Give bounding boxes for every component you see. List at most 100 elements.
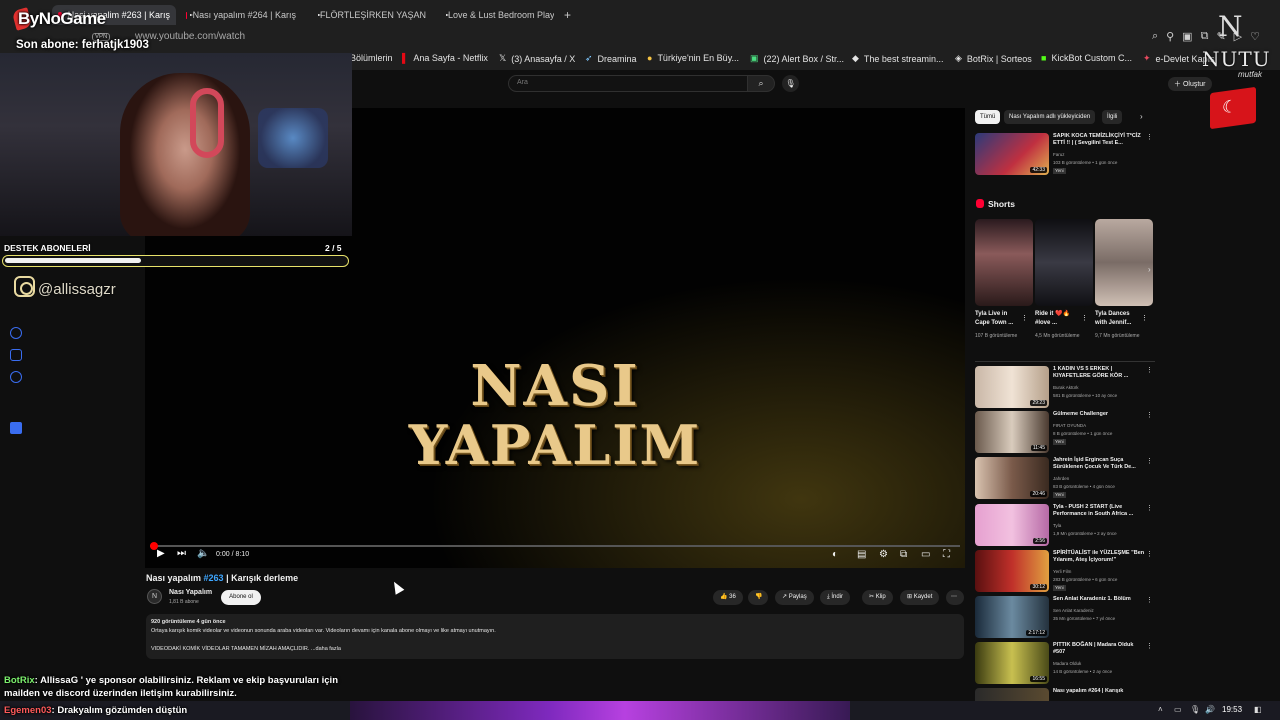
chevron-up-icon[interactable]: ˄: [1158, 705, 1163, 714]
settings-icon[interactable]: [10, 371, 22, 383]
extensions-icon[interactable]: ⧉: [1201, 30, 1209, 43]
settings-gear-icon[interactable]: ⚙: [879, 549, 888, 560]
description-box[interactable]: [146, 614, 964, 659]
notification-icon[interactable]: ◧: [1254, 705, 1262, 714]
more-vert-icon[interactable]: ⋮: [1021, 314, 1028, 322]
duration-badge: 29:23: [1030, 400, 1047, 406]
recommendation-item[interactable]: Nası yapalım #264 | Karışık: [975, 688, 1155, 701]
bookmark-item[interactable]: ➶ Dreamina: [585, 53, 637, 64]
dislike-button[interactable]: 👎: [748, 590, 768, 605]
heart-icon[interactable]: ♡: [1250, 30, 1260, 43]
more-vert-icon[interactable]: ⋮: [1146, 504, 1153, 512]
screenshot-icon[interactable]: ▣: [1182, 30, 1192, 43]
download-button[interactable]: ⤓ İndir: [820, 590, 850, 605]
recommendation-item[interactable]: 29:23 1 KADIN VS 5 ERKEK | KIYAFETLERE G…: [975, 366, 1155, 410]
chip-related[interactable]: İlgili: [1102, 110, 1123, 124]
more-vert-icon[interactable]: ⋮: [1141, 314, 1148, 322]
search-input[interactable]: Ara: [508, 75, 748, 92]
chip-uploader[interactable]: Nası Yapalım adlı yükleyiciden: [1004, 110, 1096, 124]
create-button[interactable]: ＋ Oluştur: [1168, 77, 1212, 91]
chevron-right-icon[interactable]: ›: [1140, 112, 1143, 121]
duration-badge: 30:12: [1030, 584, 1047, 590]
play-button[interactable]: ▶: [157, 548, 165, 559]
short-title: Ride it ❤️🔥 #love ...: [1035, 311, 1070, 326]
rec-meta: 283 B görüntüleme • 6 gün önce: [1053, 577, 1118, 582]
bookmark-item[interactable]: ● Türkiye'nin En Büy...: [647, 53, 739, 63]
network-icon[interactable]: ▭: [1174, 705, 1182, 714]
bookmark-item[interactable]: ▌ Ana Sayfa - Netflix: [402, 53, 488, 63]
chat-text: : Drakyalım gözümden düştün: [51, 705, 188, 716]
channel-avatar[interactable]: N: [147, 589, 162, 604]
theater-mode-icon[interactable]: ▭: [921, 549, 930, 560]
miniplayer-icon[interactable]: ⧉: [900, 549, 907, 560]
rec-meta: 35 Mn görüntüleme • 7 yıl önce: [1053, 616, 1116, 621]
recommendation-item[interactable]: 16:55 PITTIK BOĞAN | Madara Olduk #507 M…: [975, 642, 1155, 686]
recommendation-item[interactable]: 2:56 Tyla - PUSH 2 START (Live Performan…: [975, 504, 1155, 548]
voice-search-button[interactable]: 🎙: [782, 75, 799, 92]
playlist-icon[interactable]: [10, 349, 22, 361]
recommendation-item[interactable]: 2:17:12 Sen Anlat Karadeniz 1. Bölüm Sen…: [975, 596, 1155, 640]
more-vert-icon[interactable]: ⋮: [1146, 642, 1153, 650]
pin-icon[interactable]: ⚲: [1166, 30, 1174, 43]
subscribe-button[interactable]: Abone ol: [221, 590, 261, 605]
chat-user: Egemen03: [4, 705, 52, 716]
recommendation-item[interactable]: 20:46 Jahrein İşid Ergincan Suça Sürükle…: [975, 457, 1155, 501]
zoom-icon[interactable]: ⌕: [1152, 30, 1158, 43]
browser-tab[interactable]: Love & Lust Bedroom Play: [442, 5, 554, 25]
chevron-right-icon[interactable]: ›: [1148, 265, 1151, 274]
more-actions-button[interactable]: ⋯: [946, 590, 964, 605]
bookmark-item[interactable]: ▣ (22) Alert Box / Str...: [750, 53, 844, 64]
bookmark-item[interactable]: ■ KickBot Custom C...: [1041, 53, 1132, 63]
volume-icon[interactable]: 🔊: [1205, 705, 1215, 714]
views-and-date: 920 görüntüleme 4 gün önce: [151, 619, 226, 625]
url-field[interactable]: www.youtube.com/watch: [135, 31, 245, 42]
fullscreen-icon[interactable]: ⛶: [943, 549, 950, 560]
bookmark-item[interactable]: 𝕏 (3) Anasayfa / X: [499, 53, 575, 64]
autoplay-toggle[interactable]: ◐: [832, 549, 838, 560]
save-button[interactable]: ⊞ Kaydet: [900, 590, 940, 605]
dreamina-icon: ➶: [585, 53, 593, 63]
rec-title: SPİRİTÜALİST ile YÜZLEŞME "Ben Yılanım, …: [1053, 550, 1145, 563]
volume-icon[interactable]: 🔈: [197, 548, 209, 559]
browser-tab[interactable]: Nası yapalım #264 | Karış: [186, 5, 296, 25]
like-button[interactable]: 👍 36: [713, 590, 743, 605]
report-icon[interactable]: [10, 422, 22, 434]
more-vert-icon[interactable]: ⋮: [1146, 596, 1153, 604]
mic-icon[interactable]: 🎙: [1190, 705, 1200, 714]
more-vert-icon[interactable]: ⋮: [1146, 366, 1153, 374]
video-title-art-line1: NASI: [470, 353, 640, 419]
more-vert-icon[interactable]: ⋮: [1146, 133, 1153, 141]
recommendation-item[interactable]: 42:33 SAPIK KOCA TEMİZLİKÇİYİ T*CİZ ETTİ…: [975, 133, 1155, 179]
new-tab-button[interactable]: +: [564, 5, 571, 25]
more-vert-icon[interactable]: ⋮: [1146, 457, 1153, 465]
share-button[interactable]: ↗ Paylaş: [775, 590, 814, 605]
rec-channel: Sen Anlat Karadeniz: [1053, 608, 1094, 613]
channel-name[interactable]: Nası Yapalım: [169, 589, 212, 596]
short-thumbnail[interactable]: [1095, 219, 1153, 306]
browser-tab[interactable]: FLÖRTLEŞİRKEN YAŞANA: [314, 5, 426, 25]
more-vert-icon[interactable]: ⋮: [1081, 314, 1088, 322]
more-vert-icon[interactable]: ⋮: [1146, 411, 1153, 419]
bookmark-item[interactable]: Bölümlerin: [350, 53, 393, 63]
subtitles-icon[interactable]: ▤: [857, 549, 866, 560]
thumb-up-icon: 👍: [720, 594, 728, 600]
recommendation-item[interactable]: 30:12 SPİRİTÜALİST ile YÜZLEŞME "Ben Yıl…: [975, 550, 1155, 594]
short-thumbnail[interactable]: [975, 219, 1033, 306]
hashtag-link[interactable]: #263: [204, 573, 224, 583]
more-vert-icon[interactable]: ⋮: [1146, 550, 1153, 558]
description-text[interactable]: VIDEODAKİ KOMİK VİDEOLAR TAMAMEN MİZAH A…: [151, 646, 341, 652]
new-badge: Yeni: [1053, 585, 1066, 591]
rec-channel: Yerli Film: [1053, 569, 1072, 574]
search-button[interactable]: ⌕: [747, 75, 775, 92]
next-button[interactable]: ⏭: [177, 548, 186, 559]
bookmark-item[interactable]: ◈ BotRix | Sorteos: [955, 53, 1032, 64]
short-thumbnail[interactable]: [1035, 219, 1093, 306]
recommendation-item[interactable]: 11:45 Gülmeme Challenger FIRAT OYUNDA 8 …: [975, 411, 1155, 455]
chip-all[interactable]: Tümü: [975, 110, 1001, 124]
history-icon[interactable]: [10, 327, 22, 339]
bookmark-label: The best streamin...: [863, 53, 944, 64]
rec-title: PITTIK BOĞAN | Madara Olduk #507: [1053, 642, 1134, 655]
clip-button[interactable]: ✂ Klip: [862, 590, 893, 605]
bookmark-item[interactable]: ◆ The best streamin...: [852, 53, 943, 64]
progress-bar[interactable]: [150, 545, 960, 547]
